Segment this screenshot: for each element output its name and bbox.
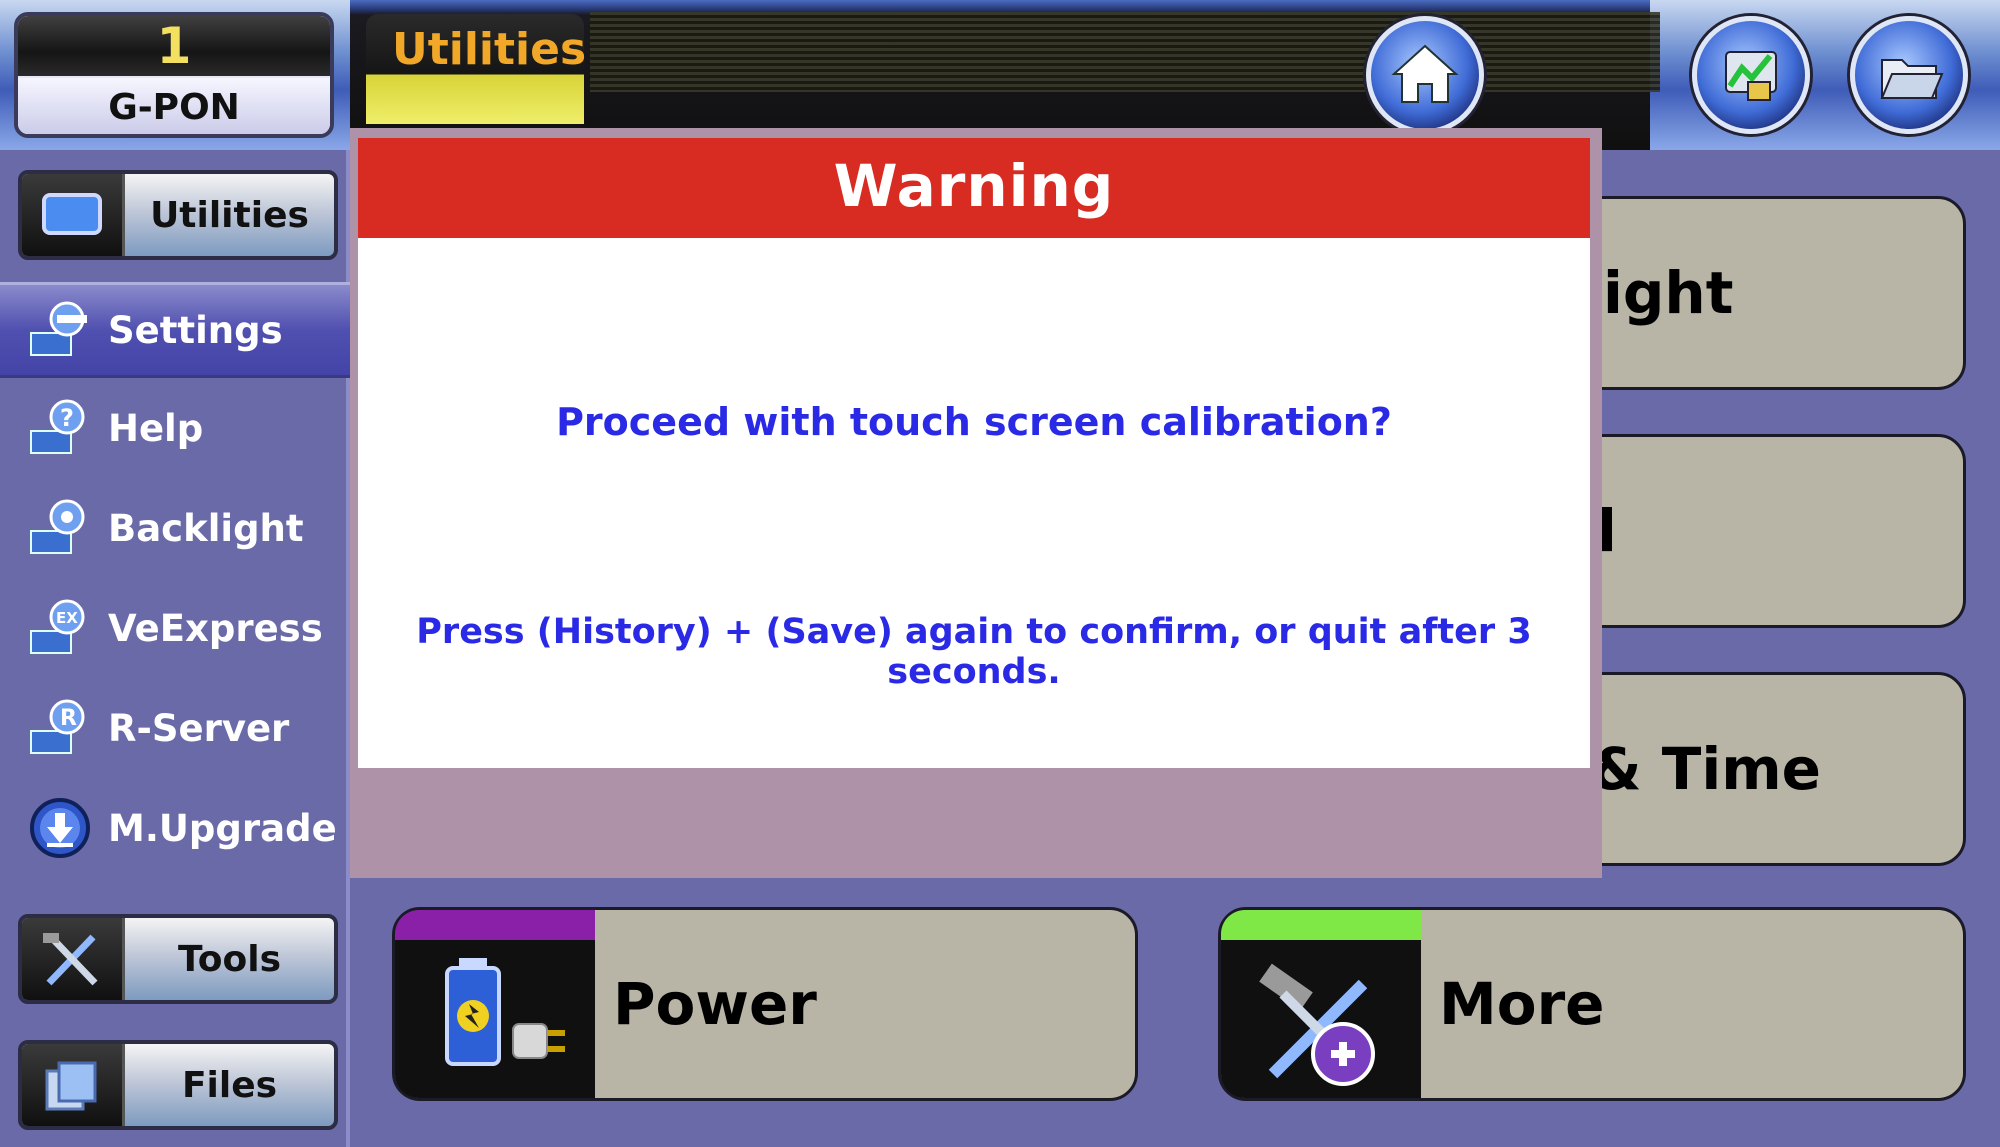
date-time-tile-label: & Time <box>1591 735 1821 803</box>
svg-text:R: R <box>60 706 77 731</box>
battery-plug-icon <box>445 958 565 1066</box>
sidebar-item-label: VeExpress <box>108 606 323 650</box>
utilities-category-button[interactable]: Utilities <box>18 170 338 260</box>
sidebar-item-veexpress[interactable]: EX VeExpress <box>0 580 350 676</box>
sidebar-item-label: R-Server <box>108 706 290 750</box>
dialog-hint: Press (History) + (Save) again to confir… <box>416 612 1532 692</box>
sidebar-item-m-upgrade[interactable]: M.Upgrade <box>0 780 350 876</box>
download-icon <box>24 792 96 864</box>
more-tile-color-bar <box>1221 910 1421 940</box>
tools-add-icon <box>1259 963 1375 1086</box>
power-tile-color-bar <box>395 910 595 940</box>
port-name: G-PON <box>18 78 330 134</box>
sidebar-item-help[interactable]: ? Help <box>0 380 350 476</box>
folder-icon <box>1880 59 1944 99</box>
tools-icon <box>22 918 125 1000</box>
help-icon: ? <box>24 392 96 464</box>
title-tab: Utilities <box>366 14 586 124</box>
title-strip-pattern <box>590 12 1660 92</box>
sidebar-item-settings[interactable]: Settings <box>0 282 350 378</box>
r-server-icon: R <box>24 692 96 764</box>
sidebar-item-label: Help <box>108 406 204 450</box>
port-selector[interactable]: 1 G-PON <box>14 12 334 138</box>
sidebar-item-r-server[interactable]: R R-Server <box>0 680 350 776</box>
more-tile-badge <box>1221 910 1421 1098</box>
more-tile[interactable]: More <box>1218 907 1966 1101</box>
svg-text:?: ? <box>60 404 74 432</box>
files-category-button[interactable]: Files <box>18 1040 338 1130</box>
port-number: 1 <box>18 16 330 76</box>
results-icon <box>1725 51 1777 101</box>
svg-text:EX: EX <box>56 609 78 627</box>
sidebar-item-label: Backlight <box>108 506 304 550</box>
power-tile[interactable]: Power <box>392 907 1138 1101</box>
files-button[interactable] <box>1850 16 1968 134</box>
tools-category-label: Tools <box>177 938 281 980</box>
veexpress-icon: EX <box>24 592 96 664</box>
home-icon <box>1391 44 1459 103</box>
backlight-icon <box>24 492 96 564</box>
settings-wrench-icon <box>24 294 96 366</box>
dialog-question: Proceed with touch screen calibration? <box>556 400 1392 444</box>
files-icon <box>22 1044 125 1126</box>
monitor-icon <box>22 174 125 256</box>
more-tile-label: More <box>1439 970 1605 1038</box>
home-button[interactable] <box>1366 16 1484 134</box>
power-tile-label: Power <box>613 970 817 1038</box>
sidebar-item-label: M.Upgrade <box>108 806 337 850</box>
warning-dialog: Warning Proceed with touch screen calibr… <box>358 138 1590 768</box>
files-category-label: Files <box>181 1064 278 1106</box>
results-button[interactable] <box>1692 16 1810 134</box>
dialog-title: Warning <box>358 138 1590 238</box>
utilities-category-label: Utilities <box>150 194 309 236</box>
power-tile-badge <box>395 910 595 1098</box>
tools-category-button[interactable]: Tools <box>18 914 338 1004</box>
sidebar-item-label: Settings <box>108 308 283 352</box>
sidebar-item-backlight[interactable]: Backlight <box>0 480 350 576</box>
backlight-tile-label: ight <box>1603 259 1734 327</box>
